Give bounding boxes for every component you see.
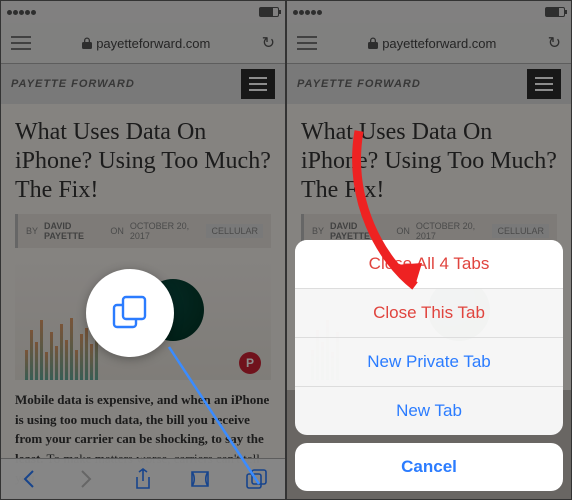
new-private-tab-button[interactable]: New Private Tab (295, 338, 563, 387)
dim-overlay (1, 1, 285, 499)
tabs-icon (111, 294, 149, 332)
close-all-tabs-button[interactable]: Close All 4 Tabs (295, 240, 563, 289)
new-tab-button[interactable]: New Tab (295, 387, 563, 435)
action-sheet: Close All 4 Tabs Close This Tab New Priv… (295, 240, 563, 491)
close-this-tab-button[interactable]: Close This Tab (295, 289, 563, 338)
screenshot-left: payetteforward.com ↻ PAYETTE FORWARD Wha… (0, 0, 286, 500)
tabs-callout (86, 269, 174, 357)
cancel-button[interactable]: Cancel (295, 443, 563, 491)
screenshot-right: payetteforward.com ↻ PAYETTE FORWARD Wha… (286, 0, 572, 500)
